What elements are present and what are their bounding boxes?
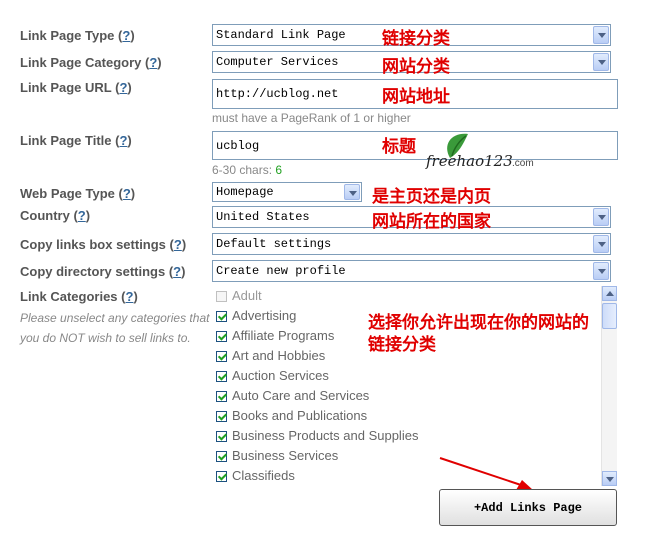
- add-links-page-button[interactable]: +Add Links Page: [439, 489, 617, 526]
- pointer-arrow: [439, 457, 533, 490]
